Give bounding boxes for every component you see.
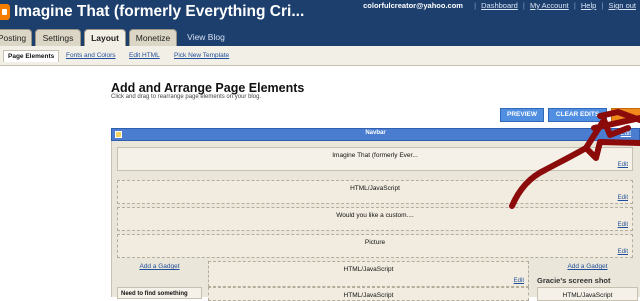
widget-title: Would you like a custom.... bbox=[336, 212, 414, 219]
subtab-pick-new-template[interactable]: Pick New Template bbox=[174, 52, 229, 59]
page-title: Add and Arrange Page Elements bbox=[111, 81, 305, 95]
add-gadget-right-link[interactable]: Add a Gadget bbox=[537, 263, 638, 270]
link-separator: | bbox=[522, 1, 525, 10]
top-header-bar: Imagine That (formerly Everything Cri...… bbox=[0, 0, 640, 47]
screenshot-caption: Gracie's screen shot bbox=[537, 276, 611, 285]
tab-view-blog[interactable]: View Blog bbox=[181, 29, 231, 46]
tab-settings[interactable]: Settings bbox=[35, 29, 81, 46]
sign-out-link[interactable]: Sign out bbox=[608, 1, 636, 10]
page-subtitle: Click and drag to rearrange page element… bbox=[111, 94, 262, 100]
widget-title: Picture bbox=[364, 239, 386, 246]
edit-link[interactable]: Edit bbox=[514, 278, 524, 284]
picture-widget[interactable]: Picture Edit bbox=[117, 234, 633, 258]
navbar-widget[interactable]: Navbar Edit bbox=[111, 128, 640, 141]
link-separator: | bbox=[474, 1, 477, 10]
navbar-edit-link[interactable]: Edit bbox=[621, 131, 631, 137]
right-html-javascript-widget[interactable]: HTML/JavaScript bbox=[537, 287, 638, 301]
subtab-edit-html[interactable]: Edit HTML bbox=[129, 52, 160, 59]
html-javascript-widget[interactable]: HTML/JavaScript Edit bbox=[117, 180, 633, 204]
layout-subtabs: Page Elements Fonts and Colors Edit HTML… bbox=[0, 46, 640, 66]
navbar-label: Navbar bbox=[365, 130, 386, 136]
subtab-page-elements[interactable]: Page Elements bbox=[3, 50, 60, 62]
custom-widget[interactable]: Would you like a custom.... Edit bbox=[117, 207, 633, 231]
link-separator: | bbox=[601, 1, 604, 10]
add-gadget-left-link[interactable]: Add a Gadget bbox=[122, 263, 197, 270]
main-html-javascript-widget[interactable]: HTML/JavaScript bbox=[208, 287, 529, 301]
user-links: colorfulcreator@yahoo.com | Dashboard | … bbox=[363, 1, 636, 10]
layout-canvas: Imagine That (formerly Ever... Edit HTML… bbox=[111, 141, 640, 301]
clear-edits-button[interactable]: CLEAR EDITS bbox=[548, 108, 607, 122]
left-sidebar-widget[interactable]: Need to find something bbox=[117, 287, 202, 299]
widget-title: HTML/JavaScript bbox=[343, 266, 394, 273]
link-separator: | bbox=[573, 1, 576, 10]
main-tabs: Posting Settings Layout Monetize View Bl… bbox=[0, 29, 640, 47]
edit-link[interactable]: Edit bbox=[618, 162, 628, 168]
save-button[interactable] bbox=[611, 108, 640, 122]
blogger-logo-icon[interactable] bbox=[0, 4, 10, 20]
user-email: colorfulcreator@yahoo.com bbox=[363, 1, 463, 10]
edit-link[interactable]: Edit bbox=[618, 195, 628, 201]
help-link[interactable]: Help bbox=[581, 1, 596, 10]
tab-posting[interactable]: Posting bbox=[0, 29, 32, 46]
blog-title: Imagine That (formerly Everything Cri... bbox=[14, 3, 305, 20]
widget-title: HTML/JavaScript bbox=[350, 185, 400, 192]
main-html-javascript-widget[interactable]: HTML/JavaScript Edit bbox=[208, 261, 529, 287]
tab-layout[interactable]: Layout bbox=[84, 29, 126, 47]
widget-title: HTML/JavaScript bbox=[562, 292, 613, 299]
widget-title: Imagine That (formerly Ever... bbox=[332, 152, 418, 159]
edit-link[interactable]: Edit bbox=[618, 222, 628, 228]
header-widget[interactable]: Imagine That (formerly Ever... Edit bbox=[117, 147, 633, 171]
my-account-link[interactable]: My Account bbox=[530, 1, 569, 10]
preview-button[interactable]: PREVIEW bbox=[500, 108, 544, 122]
tab-monetize[interactable]: Monetize bbox=[129, 29, 177, 46]
dashboard-link[interactable]: Dashboard bbox=[481, 1, 518, 10]
edit-link[interactable]: Edit bbox=[618, 249, 628, 255]
widget-title: HTML/JavaScript bbox=[343, 292, 394, 299]
subtab-fonts-and-colors[interactable]: Fonts and Colors bbox=[66, 52, 116, 59]
